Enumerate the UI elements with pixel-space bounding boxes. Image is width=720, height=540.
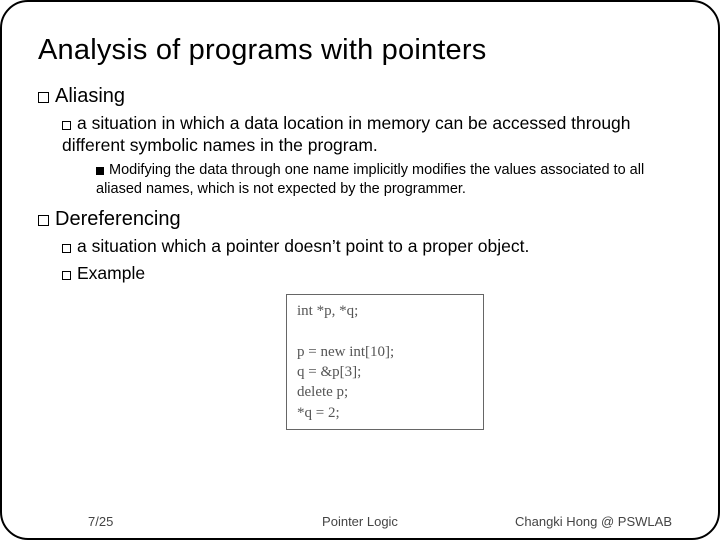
bullet-box-icon [38,215,49,226]
footer-page-number: 7/25 [88,514,113,529]
dereferencing-example-label: Example [62,262,682,284]
dereferencing-definition: a situation which a pointer doesn’t poin… [62,235,682,257]
bullet-box-icon [62,244,71,253]
subitem-text: Modifying the data through one name impl… [96,162,644,197]
aliasing-consequence: Modifying the data through one name impl… [96,161,682,199]
section-heading-dereferencing: Dereferencing [38,208,682,231]
code-example: int *p, *q; p = new int[10]; q = &p[3]; … [286,294,484,430]
footer-title: Pointer Logic [322,514,398,529]
aliasing-definition: a situation in which a data location in … [62,112,682,157]
slide-title: Analysis of programs with pointers [38,34,682,67]
bullet-box-icon [62,271,71,280]
section-heading-aliasing: Aliasing [38,85,682,108]
item-text: a situation in which a data location in … [62,113,631,155]
bullet-box-icon [38,92,49,103]
heading-text: Aliasing [55,85,125,107]
bullet-box-icon [96,167,104,175]
slide-frame: Analysis of programs with pointers Alias… [0,0,720,540]
footer-author: Changki Hong @ PSWLAB [515,514,672,529]
item-text: a situation which a pointer doesn’t poin… [77,236,529,256]
heading-text: Dereferencing [55,208,181,230]
bullet-box-icon [62,121,71,130]
item-text: Example [77,263,145,283]
